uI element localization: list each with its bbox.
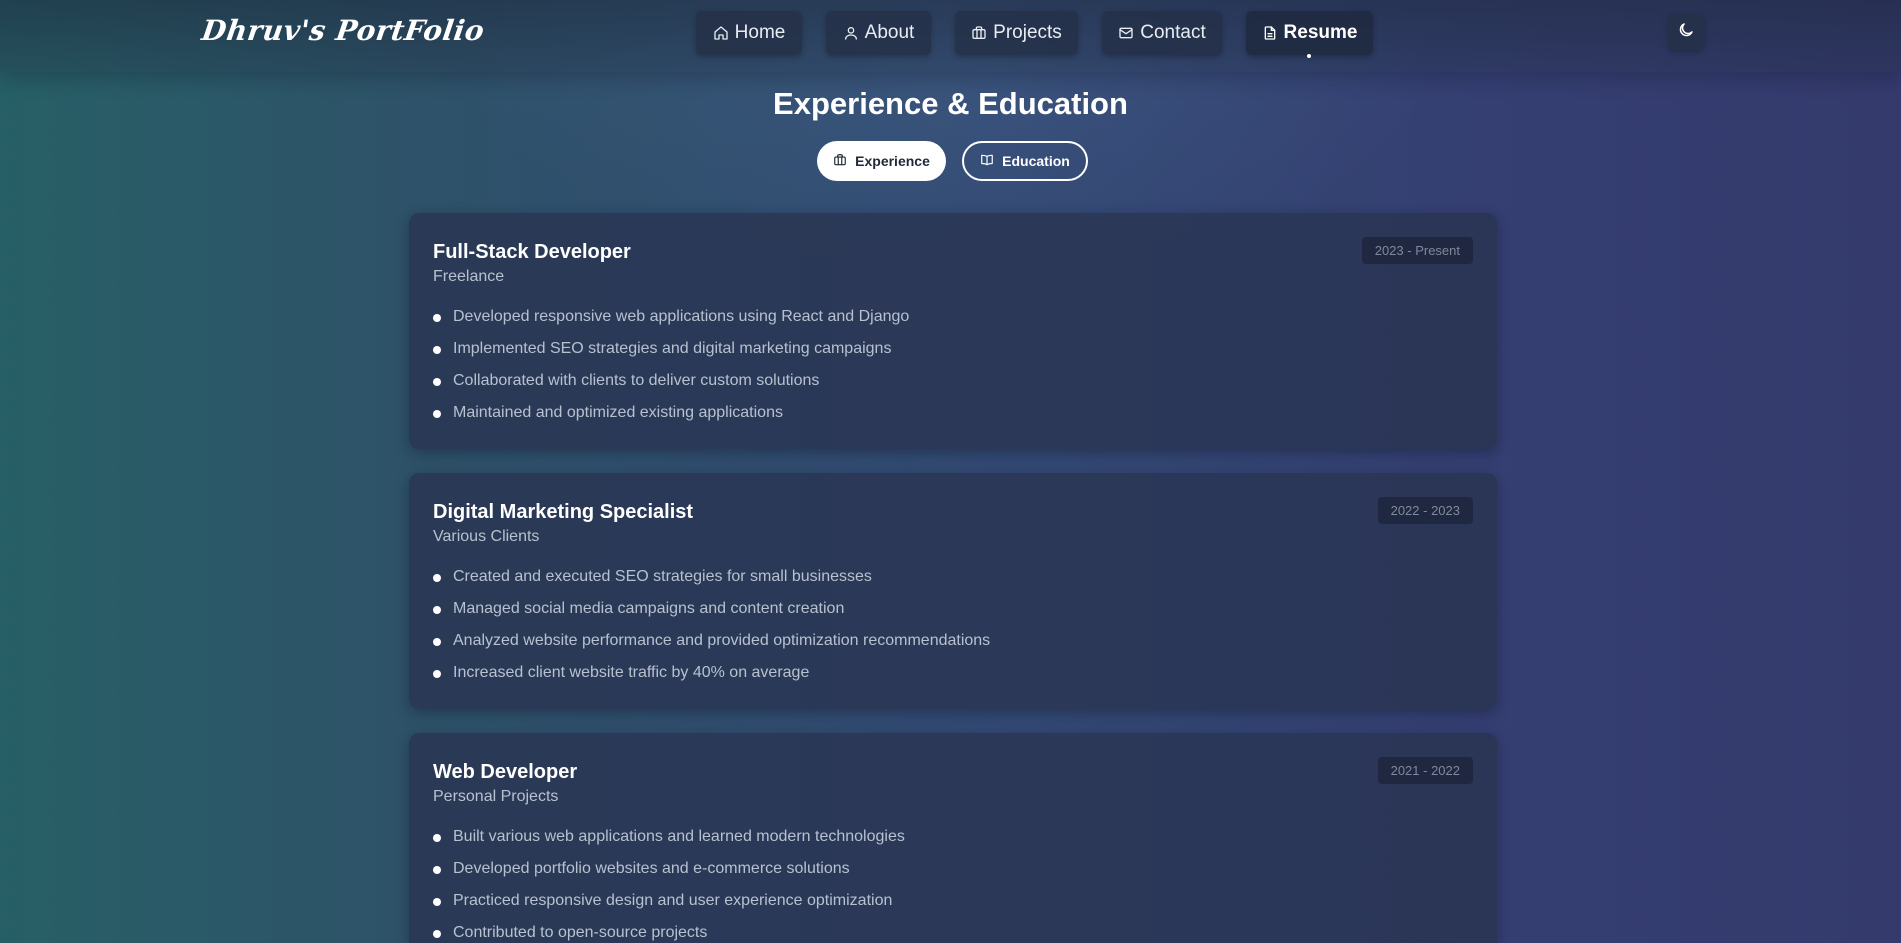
list-item: Implemented SEO strategies and digital m… xyxy=(433,338,1473,370)
list-item: Developed responsive web applications us… xyxy=(433,306,1473,338)
list-item: Practiced responsive design and user exp… xyxy=(433,890,1473,922)
experience-card: Web Developer Personal Projects 2021 - 2… xyxy=(409,733,1497,943)
book-icon xyxy=(980,153,994,170)
tab-education-label: Education xyxy=(1002,153,1070,169)
navbar: Dhruv's PortFolio Home About Projects Co… xyxy=(0,0,1901,72)
user-icon xyxy=(843,25,859,41)
list-item: Maintained and optimized existing applic… xyxy=(433,402,1473,434)
page-title: Experience & Education xyxy=(773,86,1128,121)
tab-experience[interactable]: Experience xyxy=(817,141,946,181)
job-organization: Freelance xyxy=(433,268,505,285)
date-badge: 2022 - 2023 xyxy=(1377,497,1473,524)
list-item: Developed portfolio websites and e-comme… xyxy=(433,858,1473,890)
experience-card: Digital Marketing Specialist Various Cli… xyxy=(409,473,1497,709)
nav-resume-label: Resume xyxy=(1283,22,1358,43)
tab-education[interactable]: Education xyxy=(962,141,1088,181)
list-item: Built various web applications and learn… xyxy=(433,826,1473,858)
job-title: Web Developer xyxy=(433,761,578,783)
site-logo[interactable]: Dhruv's PortFolio xyxy=(200,14,487,47)
theme-toggle-button[interactable] xyxy=(1668,14,1704,50)
briefcase-icon xyxy=(971,25,987,41)
document-icon xyxy=(1262,25,1278,41)
list-item: Collaborated with clients to deliver cus… xyxy=(433,370,1473,402)
list-item: Created and executed SEO strategies for … xyxy=(433,566,1473,598)
active-indicator-dot xyxy=(1307,54,1311,58)
responsibility-list: Built various web applications and learn… xyxy=(433,826,1473,943)
responsibility-list: Created and executed SEO strategies for … xyxy=(433,566,1473,694)
nav-contact[interactable]: Contact xyxy=(1102,11,1222,55)
list-item: Contributed to open-source projects xyxy=(433,922,1473,943)
date-badge: 2021 - 2022 xyxy=(1377,757,1473,784)
nav-about[interactable]: About xyxy=(826,11,931,55)
job-title: Full-Stack Developer xyxy=(433,241,631,263)
date-badge: 2023 - Present xyxy=(1361,237,1473,264)
list-item: Analyzed website performance and provide… xyxy=(433,630,1473,662)
nav-resume[interactable]: Resume xyxy=(1246,11,1373,55)
experience-card: Full-Stack Developer Freelance 2023 - Pr… xyxy=(409,213,1497,449)
home-icon xyxy=(713,25,729,41)
nav-home[interactable]: Home xyxy=(696,11,802,55)
job-organization: Various Clients xyxy=(433,528,540,545)
job-organization: Personal Projects xyxy=(433,788,559,805)
nav-about-label: About xyxy=(864,22,915,43)
nav-projects-label: Projects xyxy=(993,22,1062,43)
nav-contact-label: Contact xyxy=(1140,22,1206,43)
tab-experience-label: Experience xyxy=(855,153,930,169)
job-title: Digital Marketing Specialist xyxy=(433,501,694,523)
moon-icon xyxy=(1677,21,1695,44)
list-item: Managed social media campaigns and conte… xyxy=(433,598,1473,630)
nav-projects[interactable]: Projects xyxy=(955,11,1078,55)
nav-home-label: Home xyxy=(734,22,786,43)
briefcase-icon xyxy=(833,153,847,170)
mail-icon xyxy=(1118,25,1134,41)
responsibility-list: Developed responsive web applications us… xyxy=(433,306,1473,434)
list-item: Increased client website traffic by 40% … xyxy=(433,662,1473,694)
